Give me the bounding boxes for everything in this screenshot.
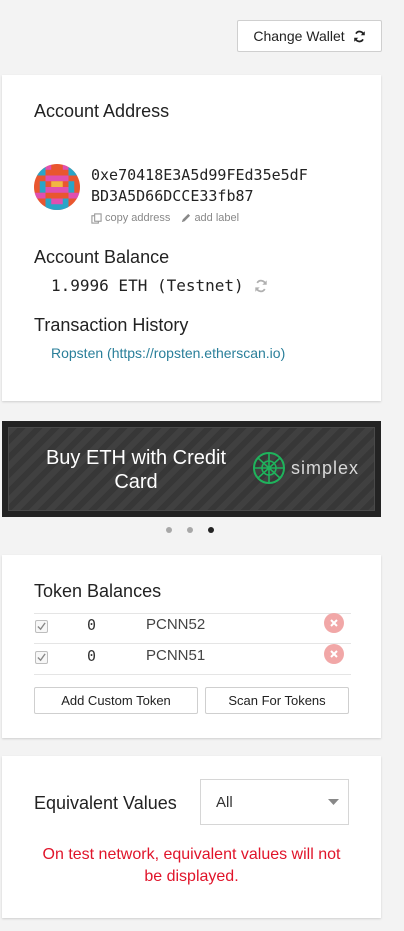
carousel-dots [166, 527, 214, 533]
token-row-2: 0 PCNN51 [2, 644, 381, 675]
token-balances-heading: Token Balances [34, 581, 162, 601]
account-identicon [34, 164, 80, 210]
simplex-brand: simplex [291, 457, 360, 478]
add-custom-token-label: Add Custom Token [61, 693, 171, 708]
buy-eth-banner[interactable]: Buy ETH with Credit Card simplex [2, 421, 381, 517]
account-address: 0xe70418E3A5d99FEd35e5dF BD3A5D66DCCE33f… [91, 165, 308, 207]
chevron-down-icon [328, 799, 339, 806]
scan-for-tokens-button[interactable]: Scan For Tokens [205, 687, 349, 714]
address-line-2: BD3A5D66DCCE33fb87 [91, 187, 254, 205]
test-network-warning: On test network, equivalent values will … [42, 846, 341, 885]
account-balance-heading: Account Balance [34, 247, 170, 267]
close-icon [330, 619, 338, 627]
scan-for-tokens-label: Scan For Tokens [228, 693, 326, 708]
change-wallet-button[interactable]: Change Wallet [237, 20, 382, 52]
token-checkbox-1[interactable] [35, 620, 48, 633]
carousel-dot-1[interactable] [166, 527, 172, 533]
add-label-label: add label [194, 212, 240, 224]
carousel-dot-3[interactable] [208, 527, 214, 533]
banner-text: Buy ETH with Credit Card [45, 447, 227, 493]
balance-value: 1.9996 ETH (Testnet) [51, 276, 244, 295]
refresh-balance-icon[interactable] [254, 279, 268, 293]
etherscan-link[interactable]: Ropsten (https://ropsten.etherscan.io) [51, 345, 285, 361]
account-card: Account Address 0xe70418E3A5d99FEd35e5dF… [2, 75, 381, 401]
copy-address-button[interactable]: copy address [91, 212, 170, 224]
change-wallet-label: Change Wallet [253, 28, 345, 44]
account-address-heading: Account Address [34, 101, 170, 121]
check-icon [37, 622, 46, 631]
copy-icon [91, 212, 102, 224]
refresh-icon [353, 30, 366, 43]
close-icon [330, 650, 338, 658]
banner-inner: Buy ETH with Credit Card simplex [8, 427, 375, 511]
remove-token-1-button[interactable] [324, 613, 344, 633]
token-divider [34, 674, 351, 675]
address-line-1: 0xe70418E3A5d99FEd35e5dF [91, 166, 308, 184]
equivalent-values-card: Equivalent Values All On test network, e… [2, 756, 381, 918]
simplex-logo: simplex [251, 450, 359, 486]
simplex-globe-icon [251, 450, 287, 486]
token-symbol-2: PCNN51 [146, 647, 206, 664]
carousel-dot-2[interactable] [187, 527, 193, 533]
token-amount-2: 0 [87, 647, 97, 665]
add-custom-token-button[interactable]: Add Custom Token [34, 687, 198, 714]
token-amount-1: 0 [87, 616, 97, 634]
add-label-button[interactable]: add label [180, 212, 239, 224]
token-checkbox-2[interactable] [35, 651, 48, 664]
token-balances-card: Token Balances 0 PCNN52 0 PCNN51 Add Cus… [2, 555, 381, 738]
currency-select-value: All [216, 794, 233, 811]
token-symbol-1: PCNN52 [146, 616, 206, 633]
token-row-1: 0 PCNN52 [2, 613, 381, 644]
token-divider-top [34, 613, 351, 614]
pencil-icon [180, 213, 191, 224]
check-icon [37, 653, 46, 662]
transaction-history-heading: Transaction History [34, 315, 189, 335]
equivalent-values-heading: Equivalent Values [34, 793, 177, 813]
copy-address-label: copy address [105, 212, 171, 224]
currency-select[interactable]: All [200, 779, 349, 825]
remove-token-2-button[interactable] [324, 644, 344, 664]
